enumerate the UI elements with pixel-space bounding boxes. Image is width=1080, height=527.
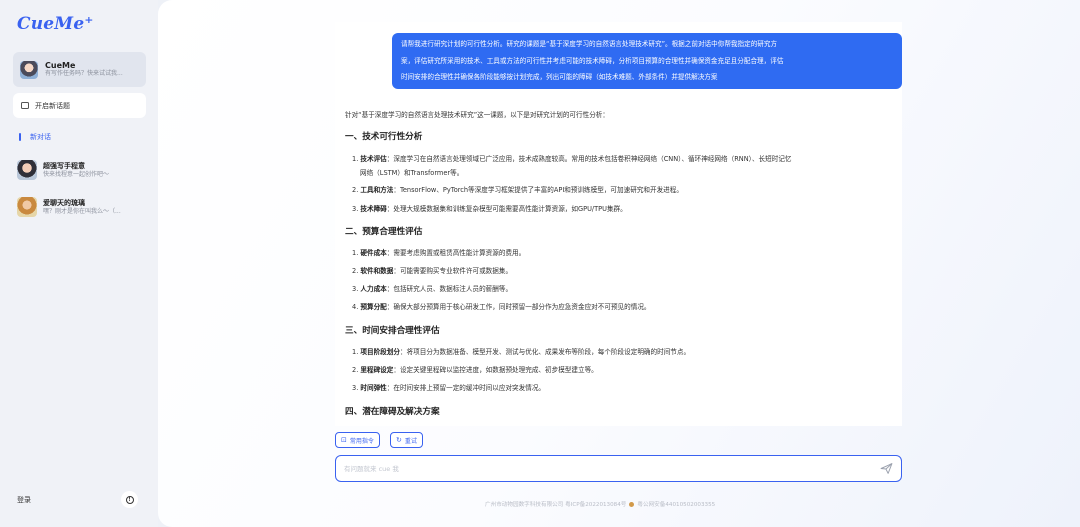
command-icon: ⊡ bbox=[341, 436, 347, 444]
history-item-chengyi[interactable]: 超强写手程意 快来找程意一起创作吧～ bbox=[17, 160, 152, 180]
active-conversation-item[interactable]: 新对话 bbox=[19, 132, 51, 142]
new-chat-button[interactable]: 开启新话题 bbox=[13, 93, 146, 118]
item-text: ：将项目分为数据准备、模型开发、测试与优化、成果发布等阶段，每个阶段设定明确的时… bbox=[399, 348, 691, 356]
item-text: ：TensorFlow、PyTorch等深度学习框架提供了丰富的API和预训练模… bbox=[393, 186, 683, 194]
history-item-liuli[interactable]: 爱聊天的琉璃 嘿？刚才是你在叫我么～（... bbox=[17, 197, 152, 217]
item-label: 里程碑设定 bbox=[360, 366, 394, 374]
item-text: ：设定关键里程碑以监控进度，如数据预处理完成、初步模型建立等。 bbox=[393, 366, 598, 374]
icp-link[interactable]: 广州市动物园数字科技有限公司 粤ICP备2022013084号 bbox=[485, 500, 626, 508]
item-label: 人力成本 bbox=[360, 285, 387, 293]
user-message-line: 请帮我进行研究计划的可行性分析。研究的课题是“基于深度学习的自然语言处理技术研究… bbox=[401, 40, 778, 48]
app-logo[interactable]: CueMe⁺ bbox=[17, 14, 94, 34]
item-label: 项目阶段划分 bbox=[360, 348, 400, 356]
list-item: 3. 人力成本：包括研究人员、数据标注人员的薪酬等。 bbox=[352, 285, 513, 293]
bot-card-cueme[interactable]: CueMe 有写作任务吗？快来试试我... bbox=[13, 52, 146, 87]
info-icon: ! bbox=[125, 495, 134, 504]
item-label: 技术障碍 bbox=[360, 205, 387, 213]
history-title: 超强写手程意 bbox=[43, 161, 85, 170]
list-item: 2. 工具和方法：TensorFlow、PyTorch等深度学习框架提供了丰富的… bbox=[352, 186, 683, 194]
item-text: ：可能需要购买专业软件许可或数据集。 bbox=[393, 267, 513, 275]
message-input[interactable] bbox=[344, 464, 844, 473]
section-heading: 三、时间安排合理性评估 bbox=[345, 326, 440, 336]
retry-label: 重试 bbox=[404, 437, 417, 445]
history-subtitle: 嘿？刚才是你在叫我么～（... bbox=[43, 207, 121, 215]
bot-avatar bbox=[20, 60, 38, 79]
reply-intro: 针对“基于深度学习的自然语言处理技术研究”这一课题，以下是对研究计划的可行性分析… bbox=[345, 111, 609, 119]
list-item: 3. 时间弹性：在时间安排上预留一定的缓冲时间以应对突发情况。 bbox=[352, 384, 546, 392]
history-title: 爱聊天的琉璃 bbox=[43, 198, 85, 207]
item-text: ：需要考虑购置或租赁高性能计算资源的费用。 bbox=[386, 249, 526, 257]
police-link[interactable]: 粤公网安备44010502003355 bbox=[637, 500, 715, 508]
list-item: 4. 预算分配：确保大部分预算用于核心研发工作，同时预留一部分作为应急资金应对不… bbox=[352, 303, 651, 311]
history-avatar bbox=[17, 197, 37, 217]
new-chat-label: 开启新话题 bbox=[35, 101, 70, 110]
item-text: ：在时间安排上预留一定的缓冲时间以应对突发情况。 bbox=[386, 384, 546, 392]
item-text: ：包括研究人员、数据标注人员的薪酬等。 bbox=[386, 285, 513, 293]
user-message: 请帮我进行研究计划的可行性分析。研究的课题是“基于深度学习的自然语言处理技术研究… bbox=[392, 33, 902, 89]
common-commands-label: 常用指令 bbox=[349, 437, 374, 445]
history-avatar bbox=[17, 160, 37, 180]
new-chat-icon bbox=[21, 102, 29, 109]
list-item: 2. 软件和数据：可能需要购买专业软件许可或数据集。 bbox=[352, 267, 513, 275]
list-item: 1. 技术评估：深度学习在自然语言处理领域已广泛应用，技术成熟度较高。常用的技术… bbox=[352, 155, 792, 177]
active-indicator bbox=[19, 133, 21, 141]
item-text: ：深度学习在自然语言处理领域已广泛应用，技术成熟度较高。常用的技术包括卷积神经网… bbox=[386, 155, 792, 163]
sidebar: CueMe⁺ CueMe 有写作任务吗？快来试试我... 开启新话题 新对话 超… bbox=[0, 0, 158, 527]
section-heading: 二、预算合理性评估 bbox=[345, 227, 423, 237]
item-text: ：确保大部分预算用于核心研发工作，同时预留一部分作为应急资金应对不可预见的情况。 bbox=[386, 303, 651, 311]
active-conversation-label: 新对话 bbox=[30, 133, 51, 141]
user-message-line: 案，评估研究所采用的技术、工具或方法的可行性并考虑可能的技术障碍，分析项目预算的… bbox=[401, 56, 784, 65]
item-label: 硬件成本 bbox=[360, 249, 387, 257]
item-label: 时间弹性 bbox=[360, 384, 387, 392]
common-commands-button[interactable]: ⊡ 常用指令 bbox=[335, 432, 380, 448]
list-item: 1. 项目阶段划分：将项目分为数据准备、模型开发、测试与优化、成果发布等阶段，每… bbox=[352, 348, 691, 356]
send-icon[interactable] bbox=[880, 462, 893, 475]
refresh-icon: ↻ bbox=[396, 436, 402, 444]
list-item: 1. 硬件成本：需要考虑购置或租赁高性能计算资源的费用。 bbox=[352, 249, 526, 257]
list-item: 2. 里程碑设定：设定关键里程碑以监控进度，如数据预处理完成、初步模型建立等。 bbox=[352, 366, 598, 374]
item-label: 工具和方法 bbox=[360, 186, 394, 194]
item-label: 预算分配 bbox=[360, 303, 387, 311]
section-heading: 四、潜在障碍及解决方案 bbox=[345, 407, 440, 417]
bot-subtitle: 有写作任务吗？快来试试我... bbox=[45, 69, 123, 77]
login-link[interactable]: 登录 bbox=[17, 495, 31, 505]
history-subtitle: 快来找程意一起创作吧～ bbox=[43, 170, 110, 178]
item-label: 软件和数据 bbox=[360, 267, 394, 275]
info-button[interactable]: ! bbox=[121, 491, 138, 508]
list-item: 3. 技术障碍：处理大规模数据集和训练复杂模型可能需要高性能计算资源，如GPU/… bbox=[352, 205, 627, 213]
item-text-cont: 网络（LSTM）和Transformer等。 bbox=[360, 169, 464, 177]
police-badge-icon bbox=[629, 501, 635, 507]
item-text: ：处理大规模数据集和训练复杂模型可能需要高性能计算资源，如GPU/TPU集群。 bbox=[386, 205, 627, 213]
message-input-box bbox=[335, 455, 902, 482]
section-heading: 一、技术可行性分析 bbox=[345, 132, 423, 142]
retry-button[interactable]: ↻ 重试 bbox=[390, 432, 423, 448]
user-message-line: 时间安排的合理性并确保各阶段能够按计划完成，列出可能的障碍（如技术难题、外部条件… bbox=[401, 73, 718, 81]
footer: 广州市动物园数字科技有限公司 粤ICP备2022013084号 粤公网安备440… bbox=[485, 500, 715, 508]
item-label: 技术评估 bbox=[360, 155, 387, 163]
